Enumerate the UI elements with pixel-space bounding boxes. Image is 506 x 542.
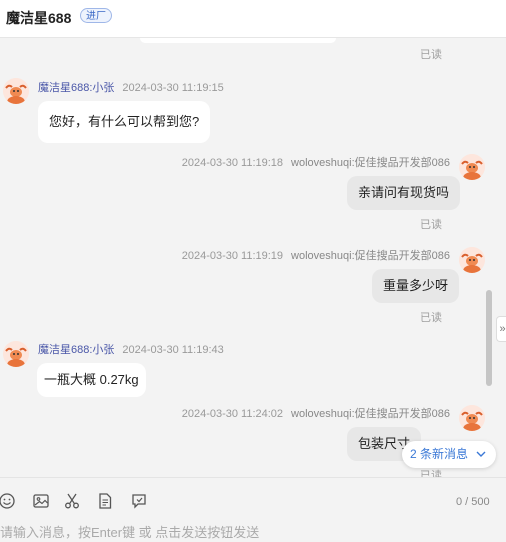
message-meta: 2024-03-30 11:24:02 woloveshuqi:促佳搜品开发部08… [182, 405, 450, 421]
document-icon[interactable] [96, 492, 114, 510]
read-status: 已读 [420, 219, 442, 231]
message-time: 2024-03-30 11:19:43 [122, 344, 224, 356]
message-time: 2024-03-30 11:19:19 [181, 250, 284, 262]
sender-name: woloveshuqi:促佳搜品开发部086 [291, 250, 450, 262]
message-time: 2024-03-30 11:19:15 [122, 82, 224, 94]
status-badge[interactable]: 进厂 [80, 8, 112, 23]
scissors-icon[interactable] [63, 492, 81, 510]
read-status: 已读 [420, 312, 442, 324]
message-bubble: 亲请问有现货吗 [347, 176, 461, 210]
message-bubble: 重量多少呀 [372, 269, 460, 303]
message-meta: 魔洁星688:小张 2024-03-30 11:19:15 [38, 79, 224, 95]
avatar[interactable] [459, 247, 485, 273]
message-meta: 魔洁星688:小张 2024-03-30 11:19:43 [38, 341, 224, 357]
message-time: 2024-03-30 11:19:18 [181, 157, 284, 169]
sender-name: 魔洁星688:小张 [38, 82, 115, 94]
chat-title: 魔洁星688 [6, 10, 72, 26]
message-meta: 2024-03-30 11:19:19 woloveshuqi:促佳搜品开发部08… [182, 247, 450, 263]
message-bubble: 您好，有什么可以帮到您? [38, 101, 211, 143]
avatar[interactable] [3, 341, 29, 367]
chat-header: 魔洁星688 进厂 [0, 0, 506, 38]
avatar[interactable] [459, 405, 485, 431]
image-icon[interactable] [32, 492, 50, 510]
message-composer: 0 / 500 请输入消息，按Enter键 或 点击发送按钮发送 [0, 477, 506, 542]
new-messages-button[interactable]: 2 条新消息 [402, 441, 496, 468]
message-time: 2024-03-30 11:24:02 [181, 408, 284, 420]
sender-name: woloveshuqi:促佳搜品开发部086 [291, 408, 450, 420]
expand-panel-icon[interactable]: » [496, 316, 506, 342]
emoji-icon[interactable] [0, 492, 16, 510]
sender-name: woloveshuqi:促佳搜品开发部086 [291, 157, 450, 169]
chevron-down-icon [476, 451, 486, 457]
new-messages-label: 2 条新消息 [410, 447, 469, 461]
read-status: 已读 [420, 49, 442, 61]
sender-name: 魔洁星688:小张 [38, 344, 115, 356]
avatar[interactable] [459, 154, 485, 180]
quick-reply-icon[interactable] [130, 492, 148, 510]
message-input[interactable]: 请输入消息，按Enter键 或 点击发送按钮发送 [0, 522, 259, 541]
scrollbar-thumb[interactable] [486, 290, 492, 386]
message-meta: 2024-03-30 11:19:18 woloveshuqi:促佳搜品开发部08… [182, 154, 450, 170]
char-counter: 0 / 500 [456, 496, 490, 508]
previous-message-bubble [140, 38, 336, 43]
message-bubble: 一瓶大概 0.27kg [37, 363, 146, 397]
avatar[interactable] [3, 78, 29, 104]
